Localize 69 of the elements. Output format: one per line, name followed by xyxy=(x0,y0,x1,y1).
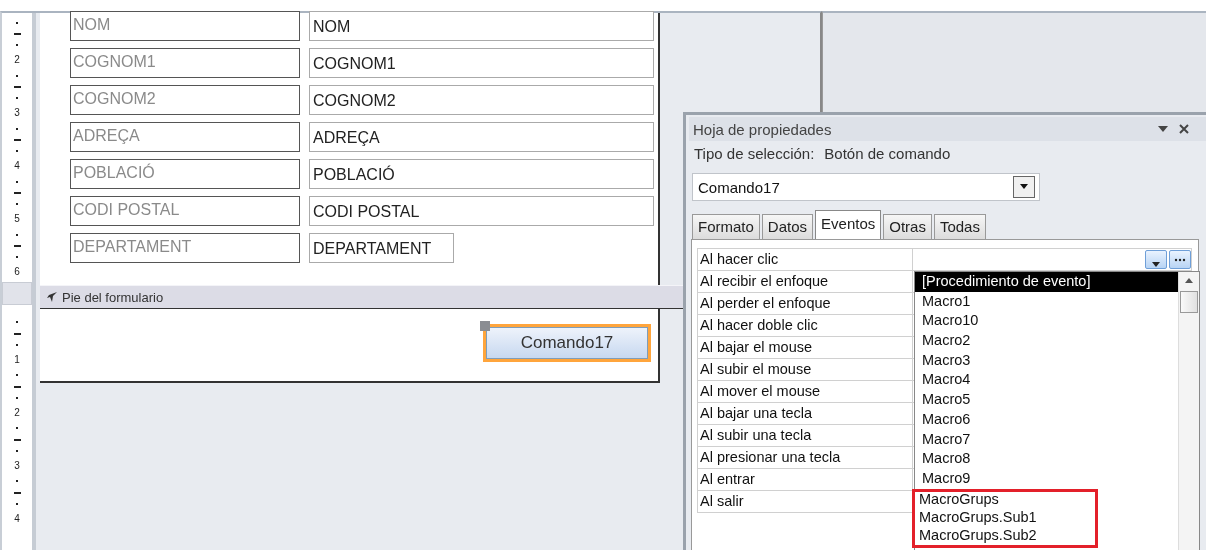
ruler-number: 1 xyxy=(14,355,20,366)
property-name: Al bajar una tecla xyxy=(697,403,913,424)
tab[interactable]: Todas xyxy=(933,214,986,239)
property-name: Al bajar el mouse xyxy=(697,337,913,358)
ruler-number: 4 xyxy=(14,161,20,172)
close-icon[interactable] xyxy=(1179,124,1189,134)
property-name: Al salir xyxy=(697,491,913,512)
property-name: Al recibir el enfoque xyxy=(697,271,913,292)
builder-button[interactable] xyxy=(1169,250,1191,269)
property-name: Al subir el mouse xyxy=(697,359,913,380)
list-item[interactable]: Macro7 xyxy=(915,429,1098,450)
list-item[interactable]: MacroGrups.Sub2 xyxy=(912,527,1098,548)
field-label[interactable]: POBLACIÓ xyxy=(70,159,300,189)
ruler-number: 4 xyxy=(14,514,20,525)
scroll-up-icon[interactable] xyxy=(1185,278,1193,283)
selection-type-value: Botón de comando xyxy=(824,145,951,164)
ruler-number: 5 xyxy=(14,214,20,225)
list-item[interactable]: MacroGrups.Sub1 xyxy=(912,508,1098,528)
scroll-thumb[interactable] xyxy=(1180,291,1198,313)
list-item[interactable]: Macro2 xyxy=(915,331,1098,351)
list-item[interactable]: Macro9 xyxy=(915,468,1098,489)
list-item[interactable]: Macro6 xyxy=(915,409,1098,430)
field-label[interactable]: CODI POSTAL xyxy=(70,196,300,226)
text-box-control[interactable]: COGNOM1 xyxy=(309,48,654,78)
scrollbar[interactable] xyxy=(1178,272,1199,550)
tab[interactable]: Formato xyxy=(692,214,760,239)
list-item[interactable]: MacroGrups xyxy=(912,488,1098,509)
property-name: Al hacer clic xyxy=(697,249,913,270)
property-name: Al perder el enfoque xyxy=(697,293,913,314)
ellipsis-icon xyxy=(1174,257,1186,262)
list-item[interactable]: Macro5 xyxy=(915,390,1098,410)
tab[interactable]: Eventos xyxy=(815,210,882,239)
command-button[interactable]: Comando17 xyxy=(486,327,648,359)
selection-type-label: Tipo de selección: xyxy=(694,145,815,164)
tab[interactable]: Datos xyxy=(761,214,814,239)
text-box-control[interactable]: DEPARTAMENT xyxy=(309,233,454,263)
section-arrow-icon xyxy=(46,291,58,303)
move-handle-icon[interactable] xyxy=(480,321,490,331)
ruler-number: 2 xyxy=(14,408,20,419)
ruler-number: 3 xyxy=(14,461,20,472)
ruler-number: 6 xyxy=(14,267,20,278)
list-item[interactable]: Macro10 xyxy=(915,311,1098,332)
ruler-number: 3 xyxy=(14,108,20,119)
list-item[interactable]: [Procedimiento de evento] xyxy=(915,272,1178,292)
list-item[interactable]: Macro1 xyxy=(915,291,1098,312)
list-item[interactable]: Macro4 xyxy=(915,370,1098,391)
text-box-control[interactable]: COGNOM2 xyxy=(309,85,654,115)
list-item[interactable]: Macro3 xyxy=(915,350,1098,371)
property-name: Al subir una tecla xyxy=(697,425,913,446)
caret-icon xyxy=(1019,184,1029,190)
text-box-control[interactable]: CODI POSTAL xyxy=(309,196,654,226)
field-label[interactable]: COGNOM1 xyxy=(70,48,300,78)
text-box-control[interactable]: ADREÇA xyxy=(309,122,654,152)
text-box-control[interactable]: NOM xyxy=(309,11,654,41)
object-combo-box[interactable]: Comando17 xyxy=(692,173,1040,201)
caret-icon xyxy=(1151,262,1161,268)
text-box-control[interactable]: POBLACIÓ xyxy=(309,159,654,189)
field-label[interactable]: ADREÇA xyxy=(70,122,300,152)
panel-title: Hoja de propiedades xyxy=(693,120,833,138)
property-name: Al presionar una tecla xyxy=(697,447,913,468)
ruler-number: 2 xyxy=(14,55,20,66)
field-label[interactable]: COGNOM2 xyxy=(70,85,300,115)
property-name: Al mover el mouse xyxy=(697,381,913,402)
property-name: Al hacer doble clic xyxy=(697,315,913,336)
section-title: Pie del formulario xyxy=(62,289,164,305)
property-name: Al entrar xyxy=(697,469,913,490)
tab[interactable]: Otras xyxy=(883,214,932,239)
list-item[interactable]: Macro8 xyxy=(915,449,1098,469)
dropdown-icon[interactable] xyxy=(1157,125,1169,133)
